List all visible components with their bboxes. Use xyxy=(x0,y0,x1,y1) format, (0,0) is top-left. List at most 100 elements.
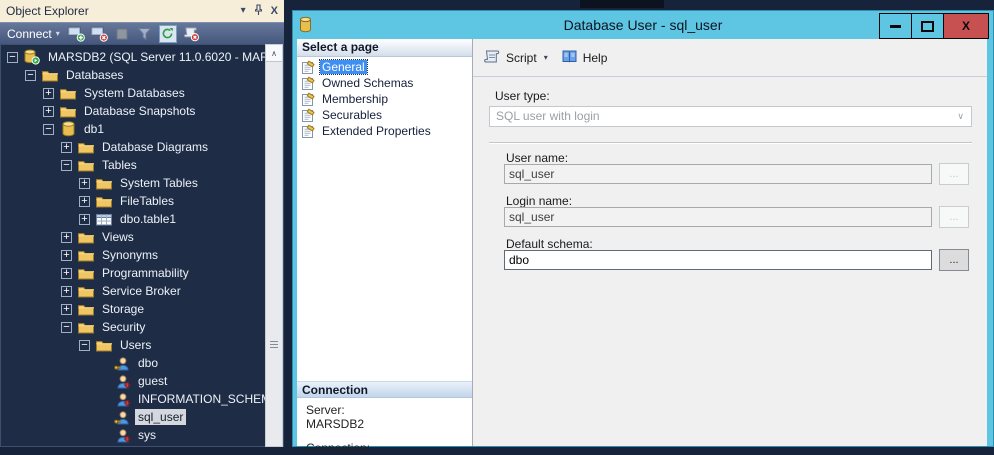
collapse-icon[interactable]: − xyxy=(7,52,18,63)
close-icon[interactable]: X xyxy=(271,6,278,16)
dialog-titlebar[interactable]: Database User - sql_user X xyxy=(293,11,993,38)
collapse-icon[interactable]: − xyxy=(61,160,72,171)
dialog-body: Select a page GeneralOwned SchemasMember… xyxy=(297,39,987,446)
script-dropdown-icon[interactable]: ▾ xyxy=(544,53,548,62)
page-item-securables[interactable]: Securables xyxy=(297,107,472,123)
tree-item-programmability[interactable]: +Programmability xyxy=(1,264,283,282)
page-item-owned-schemas[interactable]: Owned Schemas xyxy=(297,75,472,91)
tree-item-sql-user[interactable]: sql_user xyxy=(1,408,283,426)
pin-icon[interactable] xyxy=(254,4,263,19)
tree-item-label: Service Broker xyxy=(99,283,184,299)
tree-item-sys[interactable]: sys xyxy=(1,426,283,444)
script-button[interactable]: Script xyxy=(506,51,537,65)
tree-item-label: sql_user xyxy=(135,409,186,425)
tree-item-label: Security xyxy=(99,319,148,335)
tree-item-database-snapshots[interactable]: + Database Snapshots xyxy=(1,102,283,120)
tree-item-system-databases[interactable]: + System Databases xyxy=(1,84,283,102)
tree-item-synonyms[interactable]: +Synonyms xyxy=(1,246,283,264)
folder-icon xyxy=(95,193,113,209)
scrollbar-grip[interactable] xyxy=(270,341,278,350)
tree-scrollbar[interactable]: ∧ xyxy=(265,44,283,447)
expand-icon[interactable]: + xyxy=(61,286,72,297)
folder-icon xyxy=(77,301,95,317)
collapse-icon[interactable]: − xyxy=(43,124,54,135)
user-key-icon xyxy=(113,355,131,371)
tree-item-database-diagrams[interactable]: +Database Diagrams xyxy=(1,138,283,156)
object-explorer-title: Object Explorer xyxy=(6,4,241,18)
tree-item-information-schem[interactable]: INFORMATION_SCHEM xyxy=(1,390,283,408)
object-explorer-tree: −MARSDB2 (SQL Server 11.0.6020 - MARSD−D… xyxy=(0,44,284,447)
default-schema-browse-button[interactable]: ... xyxy=(939,249,969,271)
user-disabled-icon xyxy=(113,391,131,407)
maximize-button[interactable] xyxy=(911,14,943,38)
tree-item-dbo[interactable]: dbo xyxy=(1,354,283,372)
tree-item-label: dbo.table1 xyxy=(117,211,179,227)
page-item-membership[interactable]: Membership xyxy=(297,91,472,107)
user-name-label: User name: xyxy=(506,151,568,165)
user-key-icon xyxy=(113,409,131,425)
connect-button[interactable]: Connect xyxy=(7,27,52,41)
window-position-chevron-icon[interactable]: ▾ xyxy=(241,6,246,16)
expand-icon[interactable]: + xyxy=(61,304,72,315)
expand-icon[interactable]: + xyxy=(61,250,72,261)
tree-item-security[interactable]: − Security xyxy=(1,318,283,336)
refresh-icon[interactable] xyxy=(159,25,177,43)
page-item-label: General xyxy=(320,60,367,74)
tree-item-label: System Databases xyxy=(81,85,188,101)
user-type-value: SQL user with login xyxy=(496,109,600,123)
user-disabled-icon xyxy=(113,373,131,389)
connect-server-icon[interactable] xyxy=(67,25,85,43)
expand-icon[interactable]: + xyxy=(61,268,72,279)
page-item-extended-properties[interactable]: Extended Properties xyxy=(297,123,472,139)
page-item-general[interactable]: General xyxy=(297,59,472,75)
expand-icon[interactable]: + xyxy=(79,178,90,189)
scrollbar-up-icon[interactable]: ∧ xyxy=(266,45,282,62)
page-icon xyxy=(301,124,316,139)
tree-item-dbo-table1[interactable]: + dbo.table1 xyxy=(1,210,283,228)
tree-item-service-broker[interactable]: + Service Broker xyxy=(1,282,283,300)
expand-icon[interactable]: + xyxy=(79,214,90,225)
minimize-button[interactable] xyxy=(880,14,911,38)
folder-icon xyxy=(59,103,77,119)
filter-icon[interactable] xyxy=(136,25,154,43)
tree-item-label: guest xyxy=(135,373,170,389)
collapse-icon[interactable]: − xyxy=(79,340,90,351)
page-item-label: Owned Schemas xyxy=(320,76,415,90)
expand-icon[interactable]: + xyxy=(61,232,72,243)
collapse-icon[interactable]: − xyxy=(25,70,36,81)
tree-item-marsdb2-sql-server-11-0-6020-marsd[interactable]: −MARSDB2 (SQL Server 11.0.6020 - MARSD xyxy=(1,48,283,66)
server-value: MARSDB2 xyxy=(306,417,364,431)
default-schema-field[interactable] xyxy=(504,250,932,270)
tree-item-label: Storage xyxy=(99,301,147,317)
tree-item-label: FileTables xyxy=(117,193,177,209)
connect-dropdown-icon[interactable]: ▾ xyxy=(56,29,60,38)
folder-icon xyxy=(41,67,59,83)
select-a-page-pane: Select a page GeneralOwned SchemasMember… xyxy=(297,39,472,446)
folder-icon xyxy=(77,283,95,299)
stop-icon[interactable] xyxy=(113,25,131,43)
table-icon xyxy=(95,211,113,227)
tree-item-system-tables[interactable]: +System Tables xyxy=(1,174,283,192)
help-button[interactable]: Help xyxy=(583,51,608,65)
tree-item-tables[interactable]: −Tables xyxy=(1,156,283,174)
expand-icon[interactable]: + xyxy=(43,106,54,117)
expand-icon[interactable]: + xyxy=(43,88,54,99)
disconnect-server-icon[interactable] xyxy=(90,25,108,43)
page-list: General Owned SchemasMembershipSecurables… xyxy=(297,57,472,139)
collapse-icon[interactable]: − xyxy=(61,322,72,333)
tree-item-db1[interactable]: −db1 xyxy=(1,120,283,138)
tree-item-filetables[interactable]: + FileTables xyxy=(1,192,283,210)
tree-item-databases[interactable]: −Databases xyxy=(1,66,283,84)
expand-icon[interactable]: + xyxy=(61,142,72,153)
database-icon xyxy=(59,121,77,137)
server-icon xyxy=(23,49,41,65)
script-error-icon[interactable] xyxy=(182,25,200,43)
expand-icon[interactable]: + xyxy=(79,196,90,207)
tree-item-users[interactable]: −Users xyxy=(1,336,283,354)
tree-item-guest[interactable]: guest xyxy=(1,372,283,390)
tree-item-views[interactable]: +Views xyxy=(1,228,283,246)
close-button[interactable]: X xyxy=(943,14,988,38)
tree-item-storage[interactable]: + Storage xyxy=(1,300,283,318)
tree-item-label: Database Snapshots xyxy=(81,103,198,119)
user-name-browse-button: ... xyxy=(939,163,969,185)
